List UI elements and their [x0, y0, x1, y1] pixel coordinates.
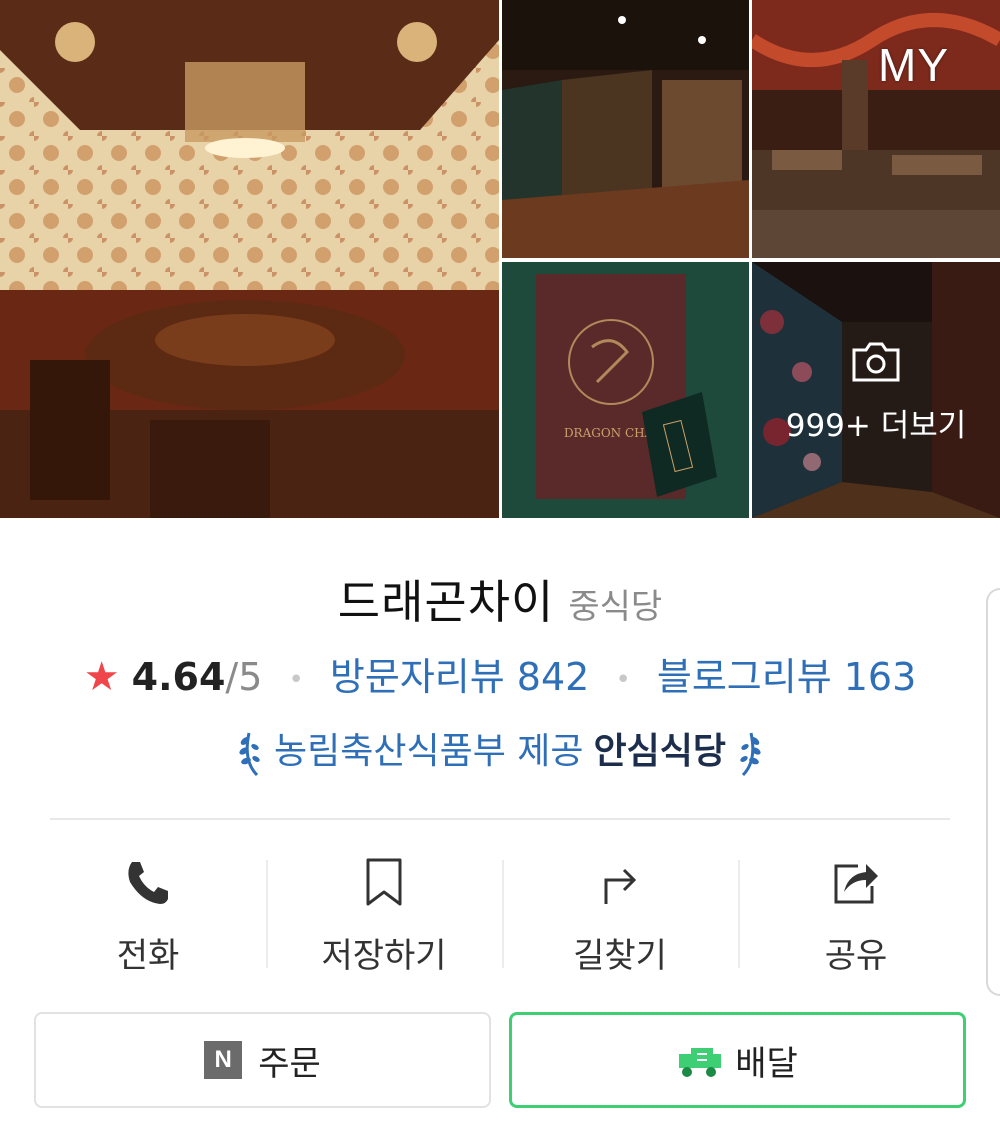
phone-icon [128, 862, 168, 904]
my-badge[interactable]: MY [878, 38, 949, 92]
order-label: 주문 [258, 1043, 321, 1084]
share-icon [834, 864, 878, 904]
more-photos-overlay[interactable] [752, 262, 1000, 518]
certification-provider: 농림축산식품부 제공 [273, 731, 584, 772]
rating-max: /5 [225, 655, 263, 699]
laurel-right-icon [740, 732, 762, 777]
section-divider [50, 818, 950, 820]
action-bar: 전화 저장하기 길찾기 공유 [30, 848, 974, 978]
photo-gallery: DRAGON CHAI MY 999+ 더보기 [0, 0, 1000, 518]
share-label: 공유 [824, 936, 888, 976]
place-name: 드래곤차이 [337, 575, 555, 629]
blog-reviews-link[interactable]: 블로그리뷰 163 [657, 655, 916, 699]
corridor-photo[interactable] [502, 0, 749, 258]
side-panel-edge [986, 588, 1000, 996]
naver-logo-icon: N [204, 1041, 243, 1079]
directions-label: 길찾기 [573, 936, 667, 976]
delivery-label: 배달 [735, 1043, 798, 1084]
directions-button[interactable]: 길찾기 [502, 848, 738, 978]
save-label: 저장하기 [321, 936, 447, 976]
visitor-reviews-link[interactable]: 방문자리뷰 842 [330, 655, 589, 699]
main-photo[interactable] [0, 0, 499, 518]
camera-icon [852, 342, 900, 382]
safe-restaurant-certification[interactable]: 농림축산식품부 제공 안심식당 [0, 722, 1000, 779]
call-label: 전화 [116, 936, 180, 976]
directions-icon [604, 868, 637, 904]
rating-row: ★ 4.64/5 • 방문자리뷰 842 • 블로그리뷰 163 [0, 646, 1000, 701]
delivery-button[interactable]: 배달 [509, 1012, 966, 1108]
share-button[interactable]: 공유 [738, 848, 974, 978]
star-icon: ★ [83, 654, 120, 700]
rating-score: 4.64 [131, 655, 226, 699]
place-category: 중식당 [568, 587, 663, 627]
call-button[interactable]: 전화 [30, 848, 266, 978]
certification-label: 안심식당 [593, 731, 726, 772]
separator-dot: • [615, 664, 631, 695]
delivery-truck-icon [679, 1048, 722, 1077]
menu-book-photo[interactable]: DRAGON CHAI [502, 262, 749, 518]
menu-brand-text: DRAGON CHAI [564, 426, 658, 440]
more-photos-label[interactable]: 999+ 더보기 [752, 400, 1000, 445]
order-button[interactable]: N 주문 [34, 1012, 491, 1108]
save-button[interactable]: 저장하기 [266, 848, 502, 978]
laurel-left-icon [238, 732, 260, 777]
dining-hall-photo[interactable] [752, 0, 1000, 258]
separator-dot: • [288, 664, 304, 695]
title-row: 드래곤차이 중식당 [0, 566, 1000, 632]
bookmark-icon [366, 858, 402, 906]
